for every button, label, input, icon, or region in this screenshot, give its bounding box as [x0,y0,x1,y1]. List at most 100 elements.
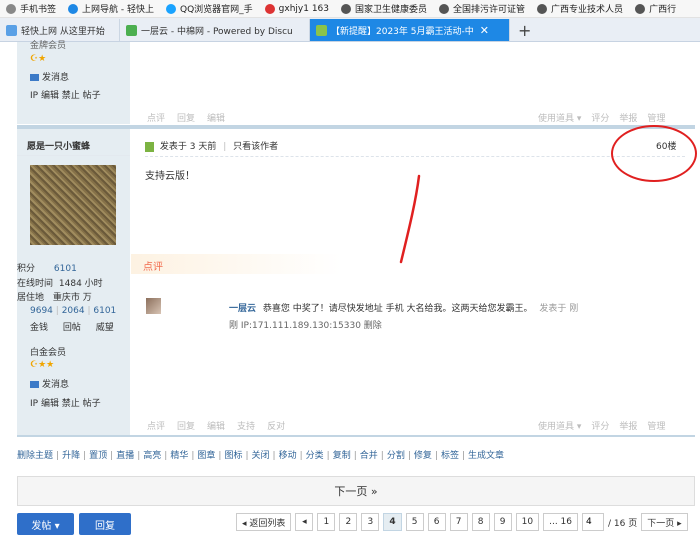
bookmark-icon [6,3,16,14]
page-number-button[interactable]: 8 [471,513,490,531]
page-number-button[interactable]: 5 [405,513,424,531]
page-number-button[interactable]: 4 [383,513,402,531]
post-action-link[interactable]: 管理 [647,419,665,432]
bookmark-item[interactable]: 广西行 [629,0,682,17]
globe-icon [635,3,646,14]
page-number-button[interactable]: 10 [515,513,540,531]
moderation-link[interactable]: 标签 [441,451,459,461]
moderation-link[interactable]: 分割 [387,451,405,461]
red-annotation-stroke [399,174,421,264]
tab-yicengyun[interactable]: 一层云 - 中棉网 - Powered by Discu [120,19,310,41]
reply-button[interactable]: 回复 [79,513,131,535]
header-dotted-line [145,156,685,157]
moderation-link[interactable]: 图标 [224,451,242,461]
mail-icon [30,381,39,388]
points-row: 积分 6101 [17,264,77,274]
post-action-link[interactable]: 点评 [147,419,165,432]
post1-ip-links[interactable]: IP 编辑 禁止 帖子 [30,88,101,101]
post-action-link[interactable]: 举报 [619,111,637,124]
moderation-link[interactable]: 精华 [170,451,188,461]
post-time-row: 发表于 3 天前 | 只看该作者 [145,139,278,152]
separator: | [83,451,87,461]
moderation-link[interactable]: 图章 [197,451,215,461]
post-action-link[interactable]: 点评 [147,111,165,124]
bookmark-item[interactable]: 全国排污许可证管 [433,0,531,17]
count-labels-row: 金钱 回帖 威望 [30,323,114,333]
moderation-link[interactable]: 合并 [360,451,378,461]
close-icon[interactable]: ✕ [480,24,489,37]
new-tab-button[interactable]: + [510,19,539,41]
post-divider-bottom [17,435,695,437]
globe-icon [537,3,548,14]
post1-send-msg[interactable]: 发消息 [30,70,69,83]
post2-ip-links[interactable]: IP 编辑 禁止 帖子 [30,396,101,409]
post1-right-actions: 使用道具 ▾ 评分 举报 管理 [538,111,665,124]
post-action-link[interactable]: 使用道具 ▾ [538,111,581,124]
new-post-button[interactable]: 发帖 ▾ [17,513,74,535]
post2-avatar[interactable] [30,165,116,245]
post2-stars: ☪★★ [30,360,55,370]
post-action-link[interactable]: 举报 [619,419,637,432]
browser-e-icon [68,3,79,14]
moderation-link[interactable]: 移动 [279,451,297,461]
moderation-link[interactable]: 删除主题 [17,451,53,461]
separator: | [434,451,438,461]
last-page-button[interactable]: ... 16 [543,513,579,531]
163-mail-icon [264,3,275,14]
comment-meta: 刚 IP:171.111.189.130:15330 删除 [229,321,382,331]
post2-right-actions: 使用道具 ▾ 评分 举报 管理 [538,419,665,432]
post-action-link[interactable]: 回复 [177,419,195,432]
moderation-link[interactable]: 复制 [333,451,351,461]
location-row: 居住地 重庆市 万 [17,293,92,303]
post1-group: 金牌会员 [30,41,67,51]
separator: | [218,451,222,461]
page-number-button[interactable]: 7 [449,513,468,531]
counts-row: 9694 | 2064 | 6101 [30,306,117,316]
bookmark-item[interactable]: gxhjy1 163 [259,0,335,17]
moderation-bar: 删除主题 | 升降 | 置顶 | 直播 | 高亮 | 精华 | 图章 | 图标 | 关闭 | 移动 | 分类 | 复制 | 合并… [17,448,504,461]
post-action-link[interactable]: 回复 [177,111,195,124]
back-to-list-button[interactable]: ◂ 返回列表 [236,513,292,531]
moderation-link[interactable]: 修复 [414,451,432,461]
globe-icon [439,3,450,14]
moderation-link[interactable]: 分类 [306,451,324,461]
post-action-link[interactable]: 反对 [267,419,285,432]
commenter-avatar[interactable] [146,298,161,314]
moderation-link[interactable]: 直播 [116,451,134,461]
post-action-link[interactable]: 支持 [237,419,255,432]
moderation-link[interactable]: 关闭 [252,451,270,461]
next-page-bar[interactable]: 下一页 » [17,476,695,506]
post-action-link[interactable]: 编辑 [207,419,225,432]
page-number-button[interactable]: 6 [427,513,446,531]
tab-active-promo[interactable]: 【新提醒】2023年 5月霸王活动-中 ✕ [310,19,510,41]
next-page-button[interactable]: 下一页 ▸ [641,513,688,531]
post2-send-msg[interactable]: 发消息 [30,377,69,390]
bookmark-item[interactable]: 国家卫生健康委员 [335,0,433,17]
separator: | [299,451,303,461]
page-number-button[interactable]: 1 [317,513,336,531]
forum-thread: 金牌会员 ☪★ 发消息 IP 编辑 禁止 帖子 点评 回复 编辑 使用道具 ▾ 评分举… [0,41,700,549]
post-action-link[interactable]: 管理 [647,111,665,124]
page-number-button[interactable]: 3 [361,513,380,531]
moderation-link[interactable]: 升降 [62,451,80,461]
moderation-link[interactable]: 置顶 [89,451,107,461]
post2-author[interactable]: 愿是一只小蜜蜂 [27,139,90,152]
prev-page-button[interactable]: ◂ [295,513,314,531]
discuz-icon [316,24,327,36]
separator: | [164,451,168,461]
post-action-link[interactable]: 评分 [591,419,609,432]
page-number-button[interactable]: 9 [493,513,512,531]
page-number-button[interactable]: 2 [339,513,358,531]
post-action-link[interactable]: 使用道具 ▾ [538,419,581,432]
comment-line: 一层云 恭喜您 中奖了！请尽快发地址 手机 大名给我。这两天给您发霸王。 发表于… [229,304,579,314]
bookmark-item[interactable]: 广西专业技术人员 [531,0,629,17]
post-action-link[interactable]: 评分 [591,111,609,124]
bookmark-item[interactable]: 手机书签 [0,0,62,17]
post2-content: 支持云版！ [145,171,195,182]
bookmark-item[interactable]: QQ浏览器官网_手 [160,0,259,17]
bookmark-item[interactable]: 上网导航 - 轻快上 [62,0,160,17]
moderation-link[interactable]: 高亮 [143,451,161,461]
moderation-link[interactable]: 生成文章 [468,451,504,461]
page-jump-input[interactable] [582,513,605,531]
post-action-link[interactable]: 编辑 [207,111,225,124]
